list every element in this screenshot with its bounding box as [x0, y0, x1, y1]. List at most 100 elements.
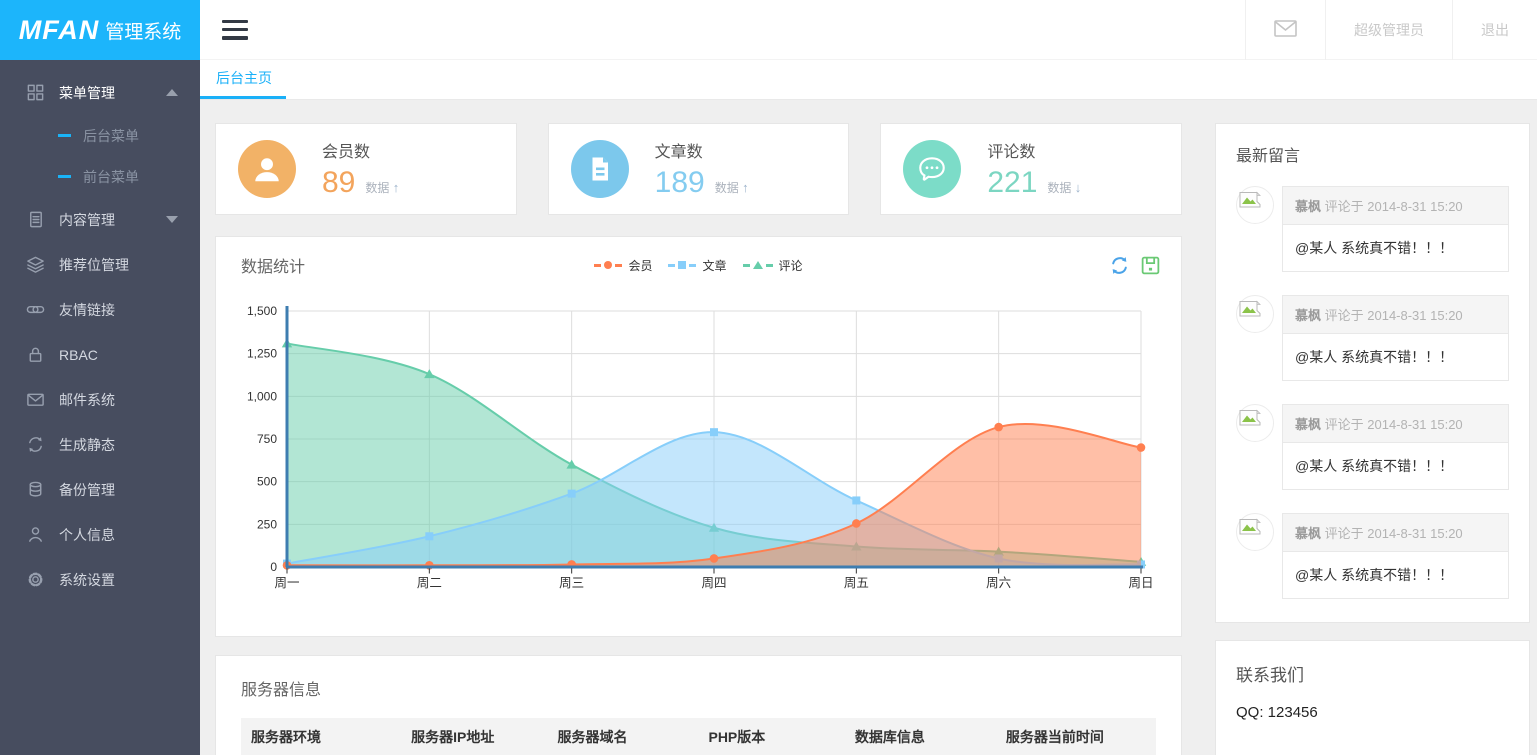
chart-legend: 会员文章评论 [216, 237, 1181, 293]
tab-bar: 后台主页 [200, 60, 1537, 100]
main-column: 会员数 89 数据 ↑ [215, 123, 1182, 755]
message-meta: 慕枫 评论于 2014-8-31 15:20 [1282, 186, 1509, 225]
trend-up-icon: ↑ [742, 180, 749, 195]
stat-title: 文章数 [655, 138, 749, 162]
stat-label: 数据 ↓ [1047, 179, 1081, 196]
message-author: 慕枫 [1295, 417, 1321, 432]
sidebar: 菜单管理 后台菜单 前台菜单 内容管理 [0, 60, 200, 755]
message-author: 慕枫 [1295, 308, 1321, 323]
square-marker-icon [678, 261, 686, 269]
refresh-icon[interactable] [1109, 255, 1130, 276]
side-column: 最新留言 慕枫 评论于 2014-8-31 15:20@某人 系统真不错！！！慕… [1215, 123, 1530, 755]
server-info-card: 服务器信息 服务器环境 服务器IP地址 服务器域名 PHP版本 数据库信息 [215, 655, 1182, 755]
tab-home[interactable]: 后台主页 [200, 60, 286, 99]
svg-text:周三: 周三 [559, 576, 584, 590]
envelope-icon [1274, 20, 1297, 40]
avatar [1236, 404, 1282, 490]
message-item: 慕枫 评论于 2014-8-31 15:20@某人 系统真不错！！！ [1236, 186, 1509, 272]
svg-text:周五: 周五 [844, 576, 869, 590]
legend-item[interactable]: 文章 [668, 257, 726, 274]
dash-icon [58, 134, 71, 137]
contact-title: 联系我们 [1236, 661, 1509, 686]
stats-chart[interactable]: 02505007501,0001,2501,500周一周二周三周四周五周六周日 [231, 299, 1166, 601]
shell: 菜单管理 后台菜单 前台菜单 内容管理 [0, 60, 1537, 755]
svg-text:1,500: 1,500 [247, 304, 277, 318]
message-author: 慕枫 [1295, 199, 1321, 214]
link-icon [25, 300, 45, 320]
user-menu-button[interactable]: 超级管理员 [1325, 0, 1452, 60]
chevron-down-icon [166, 216, 178, 223]
stat-card-members: 会员数 89 数据 ↑ [215, 123, 517, 215]
sidebar-item-friend-links[interactable]: 友情链接 [0, 287, 200, 332]
sidebar-item-mail-system[interactable]: 邮件系统 [0, 377, 200, 422]
mail-button[interactable] [1245, 0, 1325, 60]
message-meta: 慕枫 评论于 2014-8-31 15:20 [1282, 513, 1509, 552]
refresh-icon [25, 435, 45, 455]
server-info-title: 服务器信息 [241, 676, 1156, 700]
brand-suffix: 管理系统 [105, 17, 181, 44]
comment-icon [903, 140, 961, 198]
message-body: @某人 系统真不错！！！ [1282, 443, 1509, 490]
stat-value: 89 [322, 166, 355, 200]
sidebar-item-menu-management[interactable]: 菜单管理 [0, 70, 200, 115]
message-author: 慕枫 [1295, 526, 1321, 541]
sidebar-item-backup-management[interactable]: 备份管理 [0, 467, 200, 512]
hamburger-menu-icon[interactable] [222, 18, 250, 42]
avatar [1236, 295, 1282, 381]
chart-title: 数据统计 [241, 253, 305, 277]
save-icon[interactable] [1140, 255, 1161, 276]
message-item: 慕枫 评论于 2014-8-31 15:20@某人 系统真不错！！！ [1236, 513, 1509, 599]
legend-item[interactable]: 评论 [743, 257, 803, 274]
sidebar-item-system-settings[interactable]: 系统设置 [0, 557, 200, 602]
main-area: 后台主页 会员数 89 [200, 60, 1537, 755]
message-item: 慕枫 评论于 2014-8-31 15:20@某人 系统真不错！！！ [1236, 295, 1509, 381]
svg-text:周六: 周六 [986, 576, 1011, 590]
svg-text:周二: 周二 [417, 576, 442, 590]
stat-card-articles: 文章数 189 数据 ↑ [548, 123, 850, 215]
message-body: @某人 系统真不错！！！ [1282, 225, 1509, 272]
latest-messages-card: 最新留言 慕枫 评论于 2014-8-31 15:20@某人 系统真不错！！！慕… [1215, 123, 1530, 623]
sidebar-item-rbac[interactable]: RBAC [0, 332, 200, 377]
stat-title: 会员数 [322, 138, 399, 162]
member-icon [238, 140, 296, 198]
triangle-marker-icon [753, 261, 763, 269]
message-body: @某人 系统真不错！！！ [1282, 552, 1509, 599]
sidebar-item-generate-static[interactable]: 生成静态 [0, 422, 200, 467]
svg-text:1,000: 1,000 [247, 389, 277, 403]
contact-qq: QQ: 123456 [1236, 704, 1509, 721]
server-info-table: 服务器环境 服务器IP地址 服务器域名 PHP版本 数据库信息 服务器当前时间 [241, 718, 1156, 755]
brand-name: MFAN [19, 15, 100, 46]
sidebar-item-content-management[interactable]: 内容管理 [0, 197, 200, 242]
svg-text:周一: 周一 [274, 576, 299, 590]
gear-icon [25, 570, 45, 590]
avatar [1236, 513, 1282, 599]
logout-button[interactable]: 退出 [1452, 0, 1537, 60]
sidebar-item-recommend-management[interactable]: 推荐位管理 [0, 242, 200, 287]
envelope-icon [25, 390, 45, 410]
svg-text:周四: 周四 [701, 576, 726, 590]
stat-label: 数据 ↑ [365, 179, 399, 196]
chart-actions [1109, 255, 1161, 276]
layers-icon [25, 255, 45, 275]
latest-messages-title: 最新留言 [1236, 142, 1509, 166]
chart-card: 数据统计 会员文章评论 02505007501,0 [215, 236, 1182, 637]
stat-value: 189 [655, 166, 705, 200]
legend-item[interactable]: 会员 [594, 257, 652, 274]
content: 会员数 89 数据 ↑ [200, 100, 1537, 755]
message-body: @某人 系统真不错！！！ [1282, 334, 1509, 381]
avatar [1236, 186, 1282, 272]
svg-text:500: 500 [257, 475, 277, 489]
database-icon [25, 480, 45, 500]
table-header-row: 服务器环境 服务器IP地址 服务器域名 PHP版本 数据库信息 服务器当前时间 [241, 718, 1156, 755]
topbar-main: 超级管理员 退出 [200, 0, 1537, 60]
svg-text:750: 750 [257, 432, 277, 446]
sidebar-item-frontend-menu[interactable]: 前台菜单 [0, 156, 200, 197]
svg-text:0: 0 [270, 560, 277, 574]
message-item: 慕枫 评论于 2014-8-31 15:20@某人 系统真不错！！！ [1236, 404, 1509, 490]
sidebar-item-backend-menu[interactable]: 后台菜单 [0, 115, 200, 156]
app-logo: MFAN 管理系统 [0, 0, 200, 60]
chevron-up-icon [166, 89, 178, 96]
stat-card-comments: 评论数 221 数据 ↓ [880, 123, 1182, 215]
sidebar-item-personal-info[interactable]: 个人信息 [0, 512, 200, 557]
trend-down-icon: ↓ [1075, 180, 1082, 195]
